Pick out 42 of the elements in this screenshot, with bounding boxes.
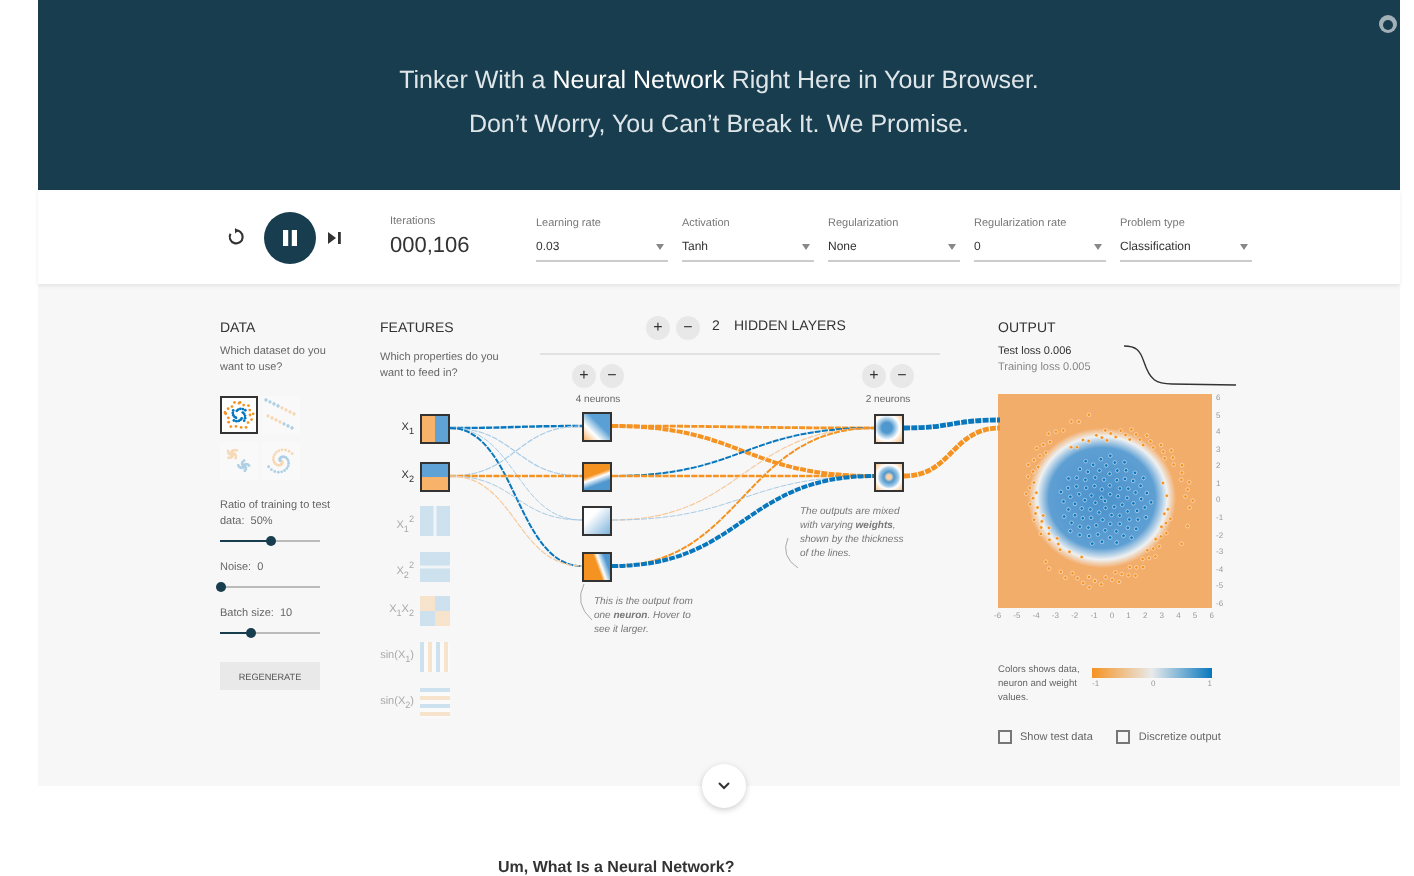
reset-icon[interactable] [226, 228, 244, 246]
add-neuron-button[interactable]: + [862, 364, 886, 388]
neuron-node[interactable] [874, 413, 904, 443]
pause-button[interactable] [264, 211, 316, 263]
feature-node[interactable] [420, 687, 450, 717]
headline: Tinker With a Neural Network Right Here in Your Browser. [399, 63, 1039, 97]
add-neuron-button[interactable]: + [572, 364, 596, 388]
loss-curve [1124, 345, 1236, 386]
article-heading: Um, What Is a Neural Network? [498, 858, 735, 876]
chevron-down-icon [718, 782, 730, 790]
feature-node[interactable] [420, 595, 450, 625]
neuron-node[interactable] [582, 461, 612, 491]
feature-node[interactable] [420, 551, 450, 581]
feature-node[interactable] [420, 413, 450, 443]
headline: Don’t Worry, You Can’t Break It. We Promise. [468, 107, 970, 141]
color-scale [1092, 668, 1212, 678]
decision-boundary-plot[interactable] [998, 394, 1212, 608]
pause-icon [280, 227, 300, 247]
leader-line [785, 537, 799, 569]
iterations-counter: 000,106 [390, 234, 472, 258]
checkbox[interactable] [1116, 730, 1131, 744]
corner-logo-icon[interactable] [1378, 14, 1398, 34]
remove-layer-button[interactable]: − [676, 316, 700, 340]
caret-icon [1240, 244, 1248, 250]
neuron-node[interactable] [582, 411, 612, 441]
leader-line [579, 583, 593, 621]
caret-icon [802, 244, 810, 250]
caret-icon [656, 244, 664, 250]
caret-icon [1094, 244, 1102, 250]
step-icon[interactable] [328, 231, 342, 243]
feature-node[interactable] [420, 641, 450, 671]
feature-node[interactable] [420, 461, 450, 491]
feature-node[interactable] [420, 505, 450, 535]
add-layer-button[interactable]: + [646, 316, 670, 340]
neuron-node[interactable] [582, 551, 612, 581]
dataset-thumbnail[interactable] [220, 396, 258, 434]
checkbox[interactable] [998, 730, 1012, 744]
neuron-node[interactable] [874, 461, 904, 491]
remove-neuron-button[interactable]: − [600, 364, 624, 388]
remove-neuron-button[interactable]: − [890, 364, 914, 388]
neuron-node[interactable] [582, 505, 612, 535]
caret-icon [948, 244, 956, 250]
